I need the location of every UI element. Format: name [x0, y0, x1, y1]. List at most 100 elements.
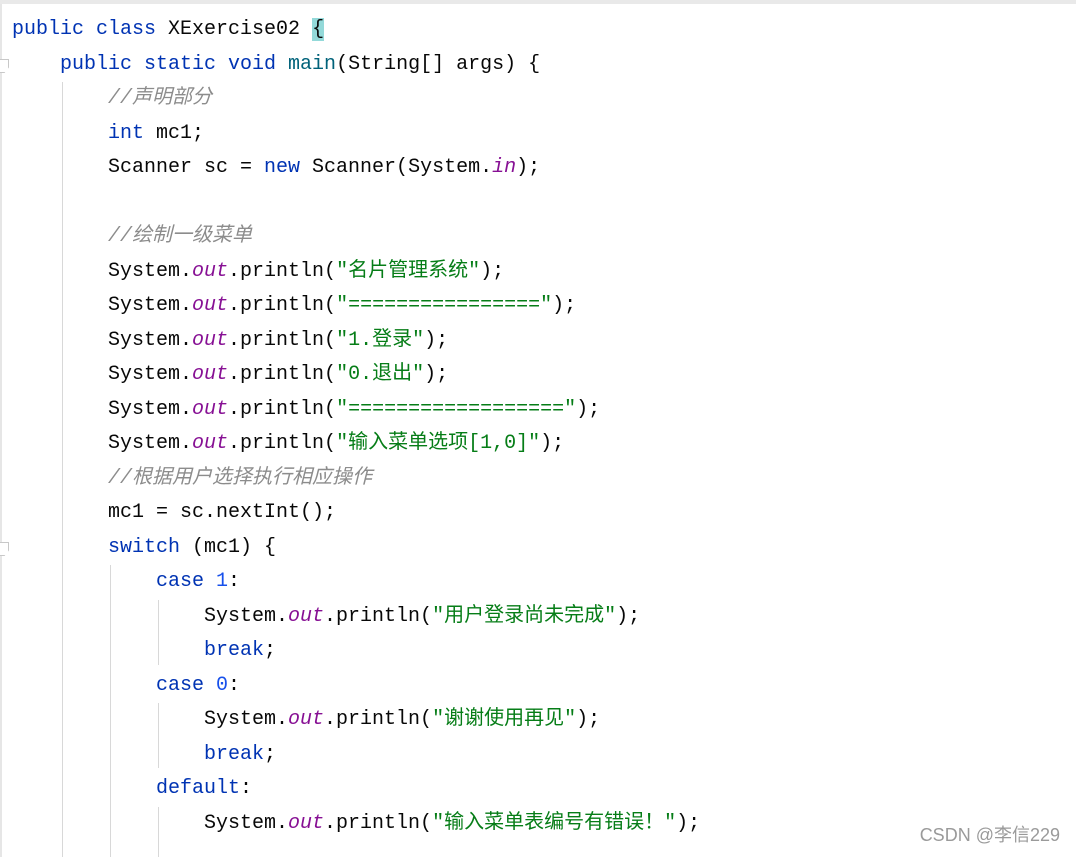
- code-token: );: [676, 811, 701, 835]
- code-token: "输入菜单表编号有错误！": [432, 811, 677, 835]
- code-token: default: [156, 777, 241, 800]
- code-token: 1: [216, 570, 229, 593]
- code-token: mc1 = sc.nextInt();: [108, 501, 337, 524]
- code-line[interactable]: System.out.println("用户登录尚未完成");: [204, 600, 640, 635]
- code-line[interactable]: case 0:: [156, 669, 240, 704]
- code-token: );: [576, 708, 601, 731]
- code-token: public class: [12, 18, 169, 41]
- code-token: ;: [264, 639, 277, 662]
- code-line[interactable]: public class XExercise02 {: [12, 13, 325, 48]
- code-line[interactable]: System.out.println("名片管理系统");: [108, 255, 504, 290]
- code-token: out: [192, 363, 229, 386]
- code-token: System.: [108, 363, 193, 386]
- code-token: :: [228, 673, 241, 697]
- code-token: "================": [336, 294, 553, 317]
- code-token: "1.登录": [336, 328, 425, 352]
- code-line[interactable]: int mc1;: [108, 117, 204, 152]
- code-token: System.: [204, 811, 289, 835]
- code-token: .println(: [228, 328, 337, 352]
- code-token: out: [192, 328, 229, 352]
- code-token: .println(: [228, 397, 337, 421]
- code-token: main: [288, 52, 337, 76]
- indent-guide: [110, 565, 111, 857]
- code-editor[interactable]: public class XExercise02 {public static …: [0, 0, 1076, 857]
- code-token: "名片管理系统": [336, 259, 481, 283]
- code-line[interactable]: System.out.println("==================")…: [108, 393, 600, 428]
- code-line[interactable]: //根据用户选择执行相应操作: [108, 462, 372, 497]
- code-token: .println(: [228, 432, 337, 455]
- indent-guide: [158, 600, 159, 665]
- indent-guide: [158, 807, 159, 857]
- code-token: case: [156, 673, 217, 697]
- code-token: break: [204, 639, 265, 662]
- code-token: System.: [204, 708, 289, 731]
- code-token: out: [192, 259, 229, 283]
- code-token: out: [192, 294, 229, 317]
- code-token: );: [616, 604, 641, 628]
- fold-marker-icon[interactable]: [0, 542, 9, 556]
- code-token: Scanner(System.: [312, 156, 493, 179]
- code-token: System.: [108, 432, 193, 455]
- code-line[interactable]: //绘制一级菜单: [108, 220, 252, 255]
- code-token: );: [424, 363, 449, 386]
- code-token: public static void: [60, 52, 289, 76]
- watermark: CSDN @李信229: [919, 825, 1060, 845]
- code-token: .println(: [324, 708, 433, 731]
- code-line[interactable]: System.out.println("================");: [108, 289, 576, 324]
- code-token: switch: [108, 535, 193, 559]
- code-token: break: [204, 742, 265, 766]
- code-line[interactable]: public static void main(String[] args) {: [60, 48, 540, 83]
- code-token: .println(: [228, 294, 337, 317]
- code-token: "谢谢使用再见": [432, 708, 577, 731]
- code-line[interactable]: //声明部分: [108, 82, 212, 117]
- code-line[interactable]: Scanner sc = new Scanner(System.in);: [108, 151, 540, 186]
- code-token: mc1;: [156, 121, 205, 145]
- code-token: System.: [108, 294, 193, 317]
- code-line[interactable]: case 1:: [156, 565, 240, 600]
- code-token: );: [540, 432, 565, 455]
- code-line[interactable]: break;: [204, 738, 276, 773]
- code-token: "输入菜单选项[1,0]": [336, 432, 541, 455]
- code-line[interactable]: System.out.println("0.退出");: [108, 358, 448, 393]
- code-line[interactable]: default:: [156, 772, 252, 807]
- code-token: System.: [204, 604, 289, 628]
- code-token: //声明部分: [108, 87, 213, 110]
- fold-marker-icon[interactable]: [0, 59, 9, 73]
- code-token: );: [576, 397, 601, 421]
- code-token: .println(: [228, 259, 337, 283]
- code-line[interactable]: System.out.println("输入菜单表编号有错误！");: [204, 807, 700, 842]
- code-token: (String[] args) {: [336, 52, 541, 76]
- code-token: System.: [108, 328, 193, 352]
- code-token: case: [156, 570, 217, 593]
- indent-guide: [158, 703, 159, 768]
- code-token: :: [240, 777, 253, 800]
- code-line[interactable]: switch (mc1) {: [108, 531, 276, 566]
- code-token: Scanner sc =: [108, 156, 265, 179]
- code-token: out: [288, 811, 325, 835]
- code-token: "用户登录尚未完成": [432, 604, 617, 628]
- code-line[interactable]: mc1 = sc.nextInt();: [108, 496, 336, 531]
- code-line[interactable]: System.out.println("1.登录");: [108, 324, 448, 359]
- code-token: in: [492, 156, 517, 179]
- code-token: :: [228, 570, 241, 593]
- code-line[interactable]: System.out.println("谢谢使用再见");: [204, 703, 600, 738]
- code-token: 0: [216, 673, 229, 697]
- code-token: //绘制一级菜单: [108, 225, 253, 248]
- code-token: .println(: [228, 363, 337, 386]
- code-token: );: [480, 259, 505, 283]
- code-token: int: [108, 121, 157, 145]
- code-token: out: [192, 397, 229, 421]
- code-token: .println(: [324, 604, 433, 628]
- code-token: (mc1) {: [192, 535, 277, 559]
- code-token: out: [288, 604, 325, 628]
- code-token: new: [264, 156, 313, 179]
- code-token: .println(: [324, 811, 433, 835]
- code-token: );: [552, 294, 577, 317]
- code-token: //根据用户选择执行相应操作: [108, 466, 373, 490]
- code-token: out: [288, 708, 325, 731]
- code-line[interactable]: break;: [204, 634, 276, 669]
- indent-guide: [62, 82, 63, 857]
- code-line[interactable]: System.out.println("输入菜单选项[1,0]");: [108, 427, 564, 462]
- code-token: System.: [108, 397, 193, 421]
- code-token: XExercise02: [168, 18, 313, 41]
